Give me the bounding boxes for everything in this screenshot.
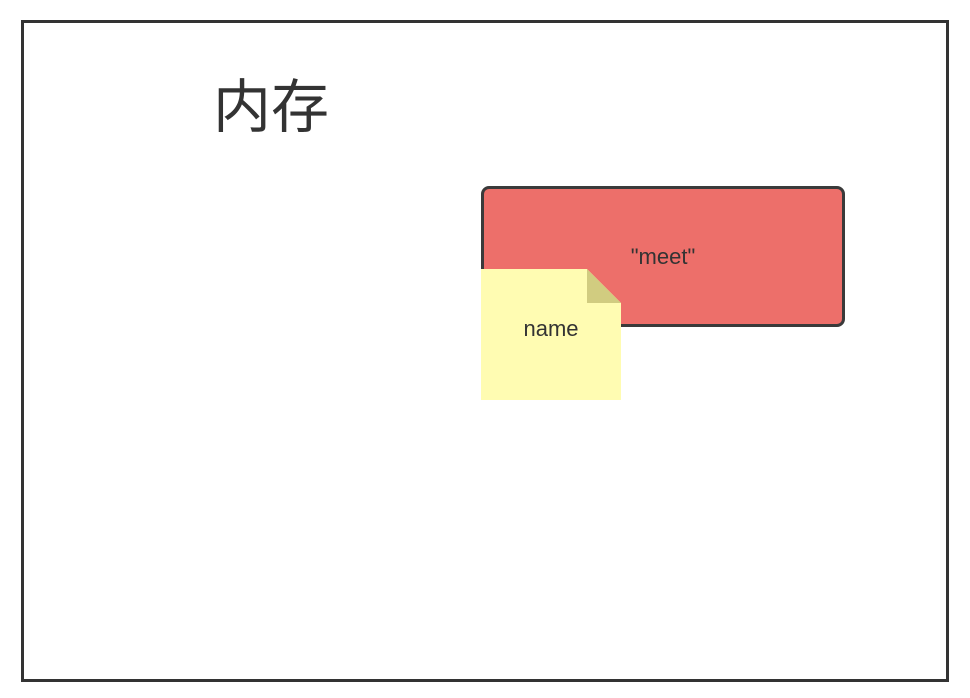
sticky-note-fold	[587, 269, 621, 303]
variable-name-note: name	[481, 269, 621, 400]
memory-title: 内存	[213, 73, 330, 141]
string-value-label: "meet"	[630, 243, 696, 269]
variable-name-label: name	[523, 316, 579, 341]
